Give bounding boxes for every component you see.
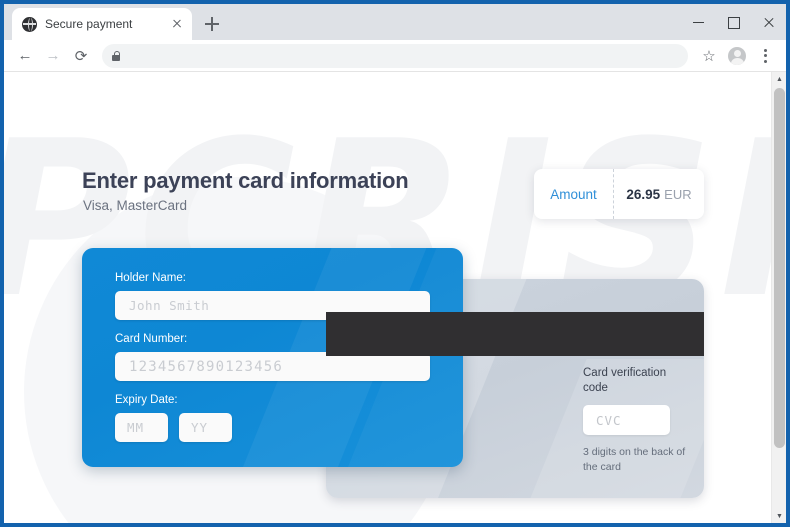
window-controls <box>681 4 786 40</box>
scroll-down-icon[interactable]: ▼ <box>772 509 786 523</box>
browser-tab[interactable]: Secure payment <box>12 8 192 40</box>
amount-value: 26.95 EUR <box>614 169 704 219</box>
browser-window: Secure payment ← → ⟳ ☆ PCRISK.com <box>0 0 790 527</box>
amount-currency: EUR <box>664 186 692 202</box>
cvc-hint: 3 digits on the back of the card <box>583 446 686 473</box>
scroll-up-icon[interactable]: ▲ <box>772 72 786 86</box>
close-window-button[interactable] <box>751 7 786 37</box>
amount-number: 26.95 <box>626 186 661 202</box>
back-icon[interactable]: ← <box>12 43 38 69</box>
magnetic-stripe <box>326 312 704 356</box>
maximize-button[interactable] <box>716 7 751 37</box>
expiry-row: MM YY <box>115 413 430 442</box>
new-tab-button[interactable] <box>198 10 226 38</box>
cvc-input[interactable]: CVC <box>583 405 670 436</box>
expiry-date-label: Expiry Date: <box>115 394 178 406</box>
page-subtitle: Visa, MasterCard <box>83 198 188 213</box>
expiry-year-input[interactable]: YY <box>179 413 232 442</box>
cvc-block: Card verification code CVC 3 digits on t… <box>583 366 693 474</box>
cvc-label: Card verification code <box>583 367 667 395</box>
kebab-menu-icon[interactable] <box>752 43 778 69</box>
profile-avatar-icon[interactable] <box>724 43 750 69</box>
payment-page: PCRISK.com Enter payment card informatio… <box>4 72 771 523</box>
expiry-month-input[interactable]: MM <box>115 413 168 442</box>
tab-strip: Secure payment <box>4 4 786 40</box>
page-title: Enter payment card information <box>82 168 409 193</box>
payment-form-card: Holder Name: John Smith Card Number: 123… <box>82 248 463 467</box>
page-viewport: PCRISK.com Enter payment card informatio… <box>4 72 786 523</box>
lock-icon <box>112 50 121 61</box>
scrollbar-thumb[interactable] <box>774 88 785 448</box>
address-bar[interactable] <box>102 43 688 68</box>
holder-name-label: Holder Name: <box>115 272 186 284</box>
bookmark-star-icon[interactable]: ☆ <box>696 43 722 69</box>
reload-icon[interactable]: ⟳ <box>68 43 94 69</box>
globe-icon <box>22 16 37 32</box>
minimize-button[interactable] <box>681 7 716 37</box>
card-number-input[interactable]: 1234567890123456 <box>115 352 430 381</box>
amount-box: Amount 26.95 EUR <box>534 169 704 219</box>
vertical-scrollbar[interactable]: ▲ ▼ <box>771 72 786 523</box>
browser-toolbar: ← → ⟳ ☆ <box>4 40 786 72</box>
close-tab-icon[interactable] <box>168 15 186 33</box>
tab-title: Secure payment <box>45 17 133 31</box>
forward-icon[interactable]: → <box>40 43 66 69</box>
amount-label: Amount <box>534 169 614 219</box>
